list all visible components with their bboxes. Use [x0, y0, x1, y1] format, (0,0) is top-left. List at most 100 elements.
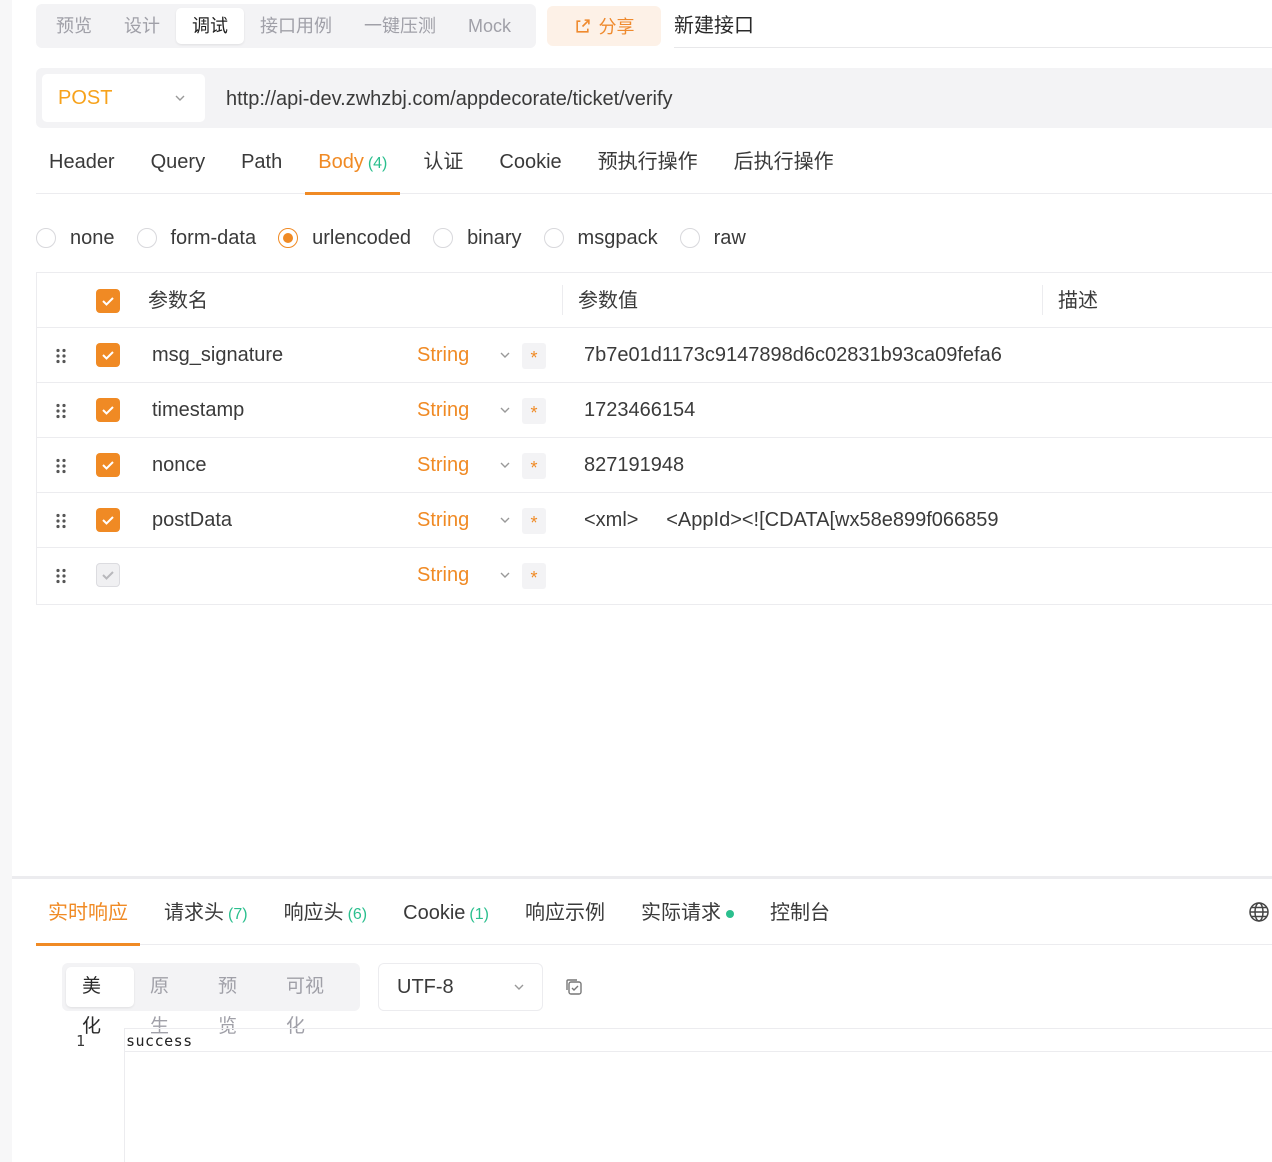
drag-handle-icon[interactable]	[55, 458, 67, 474]
column-header-description: 描述	[1058, 290, 1098, 312]
tab-body[interactable]: Body (4)	[305, 136, 401, 195]
body-type-none[interactable]: none	[36, 227, 115, 250]
format-preview[interactable]: 预览	[202, 967, 270, 1037]
param-name[interactable]: timestamp	[152, 383, 244, 438]
tab-header[interactable]: Header	[36, 136, 128, 194]
chevron-down-icon[interactable]	[498, 568, 512, 582]
format-visualize[interactable]: 可视化	[270, 967, 356, 1037]
body-type-form-data[interactable]: form-data	[136, 227, 256, 250]
tab-console[interactable]: 控制台	[758, 882, 842, 945]
param-name[interactable]: msg_signature	[152, 328, 283, 383]
drag-handle-icon[interactable]	[55, 403, 67, 419]
body-type-binary[interactable]: binary	[433, 227, 522, 250]
tab-response-headers[interactable]: 响应头 (6)	[272, 882, 380, 945]
table-row: nonce String * 827191948	[37, 438, 1272, 493]
param-name[interactable]: postData	[152, 493, 232, 548]
mode-tab-preview[interactable]: 预览	[40, 8, 108, 44]
tab-cookie[interactable]: Cookie	[486, 136, 574, 194]
select-all-checkbox[interactable]	[96, 289, 120, 313]
chevron-down-icon[interactable]	[498, 348, 512, 362]
tab-live-response[interactable]: 实时响应	[36, 882, 140, 946]
param-value[interactable]: <xml> <AppId><![CDATA[wx58e899f066859	[584, 493, 999, 548]
request-tabs: Header Query Path Body (4) 认证 Cookie 预执行操…	[36, 136, 1272, 195]
chevron-down-icon	[514, 984, 524, 990]
body-type-raw[interactable]: raw	[679, 226, 746, 250]
radio-button[interactable]	[433, 228, 454, 248]
check-icon	[102, 297, 114, 306]
mode-tab-debug[interactable]: 调试	[176, 8, 244, 44]
tab-label: 认证	[423, 151, 464, 173]
format-raw[interactable]: 原生	[134, 967, 202, 1037]
check-icon	[102, 351, 114, 360]
param-type[interactable]: String	[417, 328, 469, 383]
chevron-down-icon[interactable]	[498, 513, 512, 527]
required-toggle[interactable]: *	[522, 343, 546, 369]
required-toggle[interactable]: *	[522, 563, 546, 589]
column-divider[interactable]	[1042, 285, 1043, 315]
body-type-msgpack[interactable]: msgpack	[543, 227, 658, 250]
row-checkbox[interactable]	[96, 508, 120, 532]
param-type[interactable]: String	[417, 548, 469, 603]
drag-handle-icon[interactable]	[55, 513, 67, 529]
radio-button[interactable]	[543, 228, 564, 248]
param-type[interactable]: String	[417, 493, 469, 548]
mode-tab-test-case[interactable]: 接口用例	[244, 8, 348, 44]
radio-button[interactable]	[679, 228, 700, 248]
check-icon	[102, 571, 114, 580]
row-checkbox-disabled[interactable]	[96, 563, 120, 587]
radio-label: raw	[713, 226, 746, 249]
panel-resize-handle[interactable]	[12, 876, 1272, 879]
param-value[interactable]: 1723466154	[584, 383, 695, 438]
api-name-input[interactable]: 新建接口	[674, 4, 1272, 48]
required-toggle[interactable]: *	[522, 453, 546, 479]
body-type-urlencoded[interactable]: urlencoded	[278, 227, 411, 250]
row-checkbox[interactable]	[96, 453, 120, 477]
tab-label: 控制台	[769, 902, 830, 924]
tab-count: (6)	[347, 906, 368, 923]
param-type[interactable]: String	[417, 383, 469, 438]
tab-request-headers[interactable]: 请求头 (7)	[152, 882, 260, 945]
radio-button[interactable]	[36, 228, 56, 248]
param-value[interactable]: 7b7e01d1173c9147898d6c02831b93ca09fefa6	[584, 328, 1002, 383]
globe-icon[interactable]	[1248, 901, 1270, 923]
tab-response-example[interactable]: 响应示例	[513, 882, 617, 945]
radio-button-selected[interactable]	[278, 228, 299, 248]
mode-tab-design[interactable]: 设计	[108, 8, 176, 44]
drag-handle-icon[interactable]	[55, 568, 67, 584]
mode-tab-mock[interactable]: Mock	[452, 8, 527, 44]
chevron-down-icon[interactable]	[498, 458, 512, 472]
tab-auth[interactable]: 认证	[410, 136, 476, 194]
tab-label: 实际请求	[640, 902, 721, 924]
row-checkbox[interactable]	[96, 343, 120, 367]
required-toggle[interactable]: *	[522, 508, 546, 534]
column-divider[interactable]	[562, 285, 563, 315]
tab-post-script[interactable]: 后执行操作	[721, 136, 847, 194]
format-switch: 美化 原生 预览 可视化	[62, 963, 360, 1037]
tab-path[interactable]: Path	[228, 136, 295, 194]
copy-icon[interactable]	[563, 976, 585, 998]
chevron-down-icon[interactable]	[498, 403, 512, 417]
param-type[interactable]: String	[417, 438, 469, 493]
param-value[interactable]: 827191948	[584, 438, 684, 493]
params-table: 参数名 参数值 描述 msg_signature String * 7b7e01…	[36, 272, 1272, 605]
format-beautify[interactable]: 美化	[66, 967, 134, 1037]
check-icon	[102, 406, 114, 415]
method-value: POST	[58, 86, 113, 109]
tab-cookie[interactable]: Cookie (1)	[391, 882, 501, 945]
table-row: postData String * <xml> <AppId><![CDATA[…	[37, 493, 1272, 548]
tab-actual-request[interactable]: 实际请求	[629, 882, 746, 945]
encoding-select[interactable]: UTF-8	[378, 963, 543, 1011]
radio-button[interactable]	[136, 228, 157, 248]
share-button[interactable]: 分享	[547, 6, 661, 46]
mode-tab-load-test[interactable]: 一键压测	[348, 8, 452, 44]
param-name[interactable]: nonce	[152, 438, 207, 493]
tab-pre-script[interactable]: 预执行操作	[585, 136, 711, 194]
drag-handle-icon[interactable]	[55, 348, 67, 364]
response-body-editor[interactable]: 1 success	[36, 1028, 1272, 1162]
row-checkbox[interactable]	[96, 398, 120, 422]
required-toggle[interactable]: *	[522, 398, 546, 424]
tab-query[interactable]: Query	[138, 136, 218, 194]
url-input[interactable]: http://api-dev.zwhzbj.com/appdecorate/ti…	[226, 68, 673, 128]
method-select[interactable]: POST	[42, 74, 205, 122]
tab-count: (1)	[469, 906, 489, 923]
